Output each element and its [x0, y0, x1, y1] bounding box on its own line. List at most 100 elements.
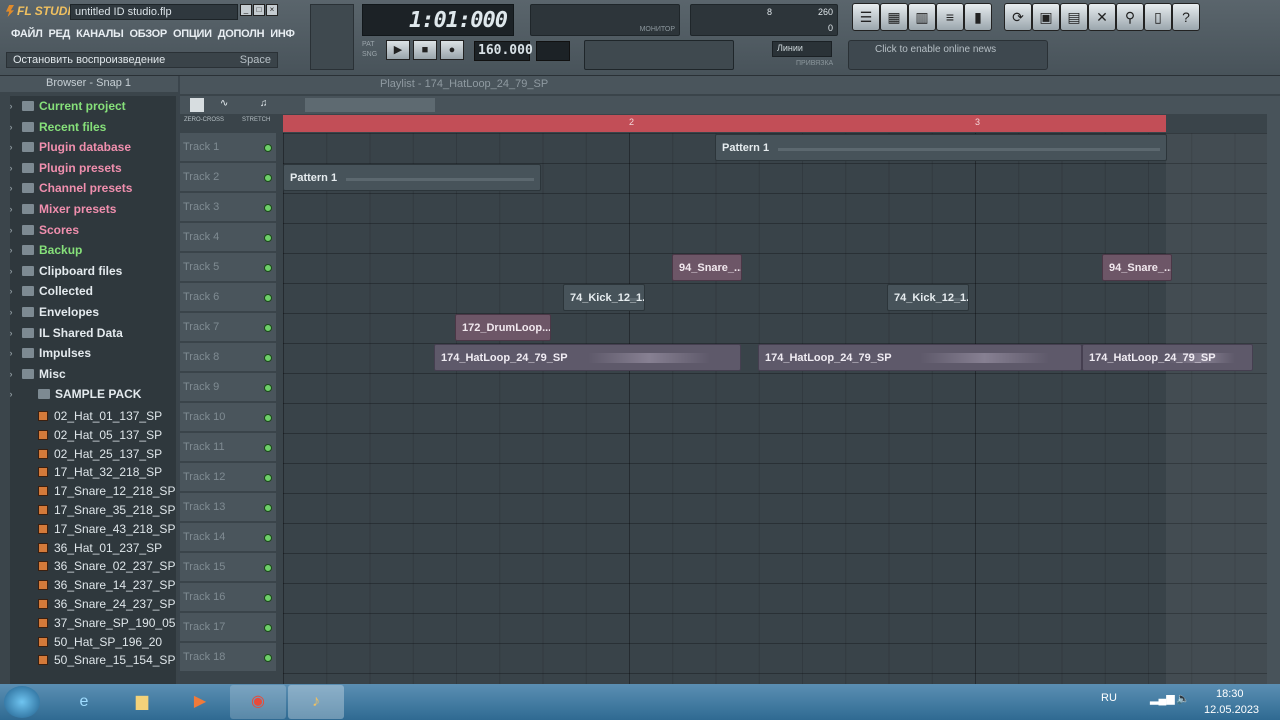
stretch-toggle[interactable]: STRETCH [242, 117, 270, 123]
browser-folder-clipboard-files[interactable]: › Clipboard files [0, 261, 176, 281]
browser-folder-channel-presets[interactable]: › Channel presets [0, 178, 176, 198]
timeline-ruler[interactable]: 2 3 [283, 115, 1166, 132]
track-header[interactable]: Track 2 [180, 163, 276, 192]
horizontal-scrollbar[interactable] [305, 98, 435, 112]
expand-icon[interactable]: › [0, 245, 22, 255]
expand-icon[interactable]: › [0, 307, 22, 317]
playlist-clip-74-kick-12-1[interactable]: 74_Kick_12_1... [563, 284, 645, 311]
internet-explorer-icon[interactable]: e [56, 685, 112, 719]
track-header[interactable]: Track 9 [180, 373, 276, 402]
expand-icon[interactable]: › [0, 286, 22, 296]
track-header[interactable]: Track 16 [180, 583, 276, 612]
browser-folder-mixer-presets[interactable]: › Mixer presets [0, 199, 176, 219]
render-icon[interactable]: ▤ [1060, 3, 1088, 31]
expand-icon[interactable]: › [0, 122, 22, 132]
browser-icon[interactable]: ≡ [936, 3, 964, 31]
browser-file[interactable]: 17_Hat_32_218_SP [0, 463, 176, 481]
browser-folder-scores[interactable]: › Scores [0, 220, 176, 240]
track-mute-led[interactable] [264, 324, 272, 332]
recording-options[interactable] [584, 40, 734, 70]
playlist-clip-172-drumloop[interactable]: 172_DrumLoop... [455, 314, 551, 341]
pat-song-switch[interactable]: PAT SNG [362, 40, 382, 62]
browser-folder-collected[interactable]: › Collected [0, 281, 176, 301]
start-button[interactable] [4, 686, 40, 718]
track-mute-led[interactable] [264, 384, 272, 392]
browser-folder-backup[interactable]: › Backup [0, 240, 176, 260]
track-header[interactable]: Track 7 [180, 313, 276, 342]
pattern-picker-icon[interactable] [190, 98, 204, 112]
playlist-icon[interactable]: ☰ [852, 3, 880, 31]
track-mute-led[interactable] [264, 474, 272, 482]
track-mute-led[interactable] [264, 204, 272, 212]
track-mute-led[interactable] [264, 444, 272, 452]
expand-icon[interactable]: › [0, 101, 22, 111]
expand-icon[interactable]: › [0, 163, 22, 173]
audio-icon[interactable]: ♫ [260, 98, 268, 109]
maximize-button[interactable]: □ [253, 4, 265, 16]
record-button[interactable]: ● [440, 40, 464, 60]
expand-icon[interactable]: › [0, 204, 22, 214]
menu-tools[interactable]: ДОПОЛН [215, 26, 267, 42]
track-mute-led[interactable] [264, 144, 272, 152]
cpu-icon[interactable]: ⟳ [1004, 3, 1032, 31]
playlist-clip-pattern-1[interactable]: Pattern 1 [283, 164, 541, 191]
browser-folder-il-shared-data[interactable]: › IL Shared Data [0, 323, 176, 343]
track-header[interactable]: Track 1 [180, 133, 276, 162]
pattern-selector[interactable] [536, 41, 570, 61]
menu-options[interactable]: ОПЦИИ [170, 26, 215, 42]
browser-folder-plugin-presets[interactable]: › Plugin presets [0, 158, 176, 178]
browser-file[interactable]: 17_Snare_12_218_SP [0, 482, 176, 500]
browser-file[interactable]: 02_Hat_25_137_SP [0, 445, 176, 463]
master-volume-slider[interactable] [310, 4, 354, 70]
browser-file[interactable]: 17_Snare_43_218_SP [0, 520, 176, 538]
media-player-icon[interactable]: ▶ [172, 685, 228, 719]
track-header[interactable]: Track 15 [180, 553, 276, 582]
track-mute-led[interactable] [264, 624, 272, 632]
language-indicator[interactable]: RU [1101, 692, 1117, 704]
track-mute-led[interactable] [264, 294, 272, 302]
track-header[interactable]: Track 14 [180, 523, 276, 552]
track-mute-led[interactable] [264, 504, 272, 512]
track-header[interactable]: Track 5 [180, 253, 276, 282]
menu-channels[interactable]: КАНАЛЫ [73, 26, 126, 42]
track-header[interactable]: Track 3 [180, 193, 276, 222]
browser-folder-recent-files[interactable]: › Recent files [0, 117, 176, 137]
track-header[interactable]: Track 18 [180, 643, 276, 672]
tools-icon[interactable]: ✕ [1088, 3, 1116, 31]
save-icon[interactable]: ▣ [1032, 3, 1060, 31]
menu-file[interactable]: ФАЙЛ [8, 26, 45, 42]
track-header[interactable]: Track 6 [180, 283, 276, 312]
fl-studio-taskbar-icon[interactable]: ♪ [288, 685, 344, 719]
menu-edit[interactable]: РЕД [45, 26, 73, 42]
playlist-clip-174-hatloop-24-79-sp[interactable]: 174_HatLoop_24_79_SP [434, 344, 741, 371]
track-header[interactable]: Track 17 [180, 613, 276, 642]
zero-cross-toggle[interactable]: ZERO-CROSS [184, 117, 224, 123]
mixer-icon[interactable]: ▮ [964, 3, 992, 31]
help-icon[interactable]: ? [1172, 3, 1200, 31]
track-header[interactable]: Track 11 [180, 433, 276, 462]
track-header[interactable]: Track 12 [180, 463, 276, 492]
stop-button[interactable]: ■ [413, 40, 437, 60]
vertical-scrollbar[interactable] [1267, 114, 1280, 684]
piano-roll-icon[interactable]: ▥ [908, 3, 936, 31]
track-mute-led[interactable] [264, 564, 272, 572]
browser-folder-misc[interactable]: › Misc [0, 364, 176, 384]
playlist-clip-94-snare[interactable]: 94_Snare_... [672, 254, 742, 281]
track-mute-led[interactable] [264, 414, 272, 422]
track-mute-led[interactable] [264, 264, 272, 272]
browser-file[interactable]: 36_Snare_24_237_SP [0, 595, 176, 613]
browser-folder-sample-pack[interactable]: › SAMPLE PACK [0, 384, 176, 404]
expand-icon[interactable]: › [0, 389, 22, 399]
track-mute-led[interactable] [264, 654, 272, 662]
expand-icon[interactable]: › [0, 348, 22, 358]
expand-icon[interactable]: › [0, 266, 22, 276]
browser-file[interactable]: 36_Hat_01_237_SP [0, 539, 176, 557]
track-mute-led[interactable] [264, 534, 272, 542]
expand-icon[interactable]: › [0, 328, 22, 338]
expand-icon[interactable]: › [0, 142, 22, 152]
track-mute-led[interactable] [264, 174, 272, 182]
playlist-clip-pattern-1[interactable]: Pattern 1 [715, 134, 1167, 161]
playlist-clip-174-hatloop-24-79-sp[interactable]: 174_HatLoop_24_79_SP [1082, 344, 1253, 371]
minimize-button[interactable]: _ [240, 4, 252, 16]
track-header[interactable]: Track 10 [180, 403, 276, 432]
